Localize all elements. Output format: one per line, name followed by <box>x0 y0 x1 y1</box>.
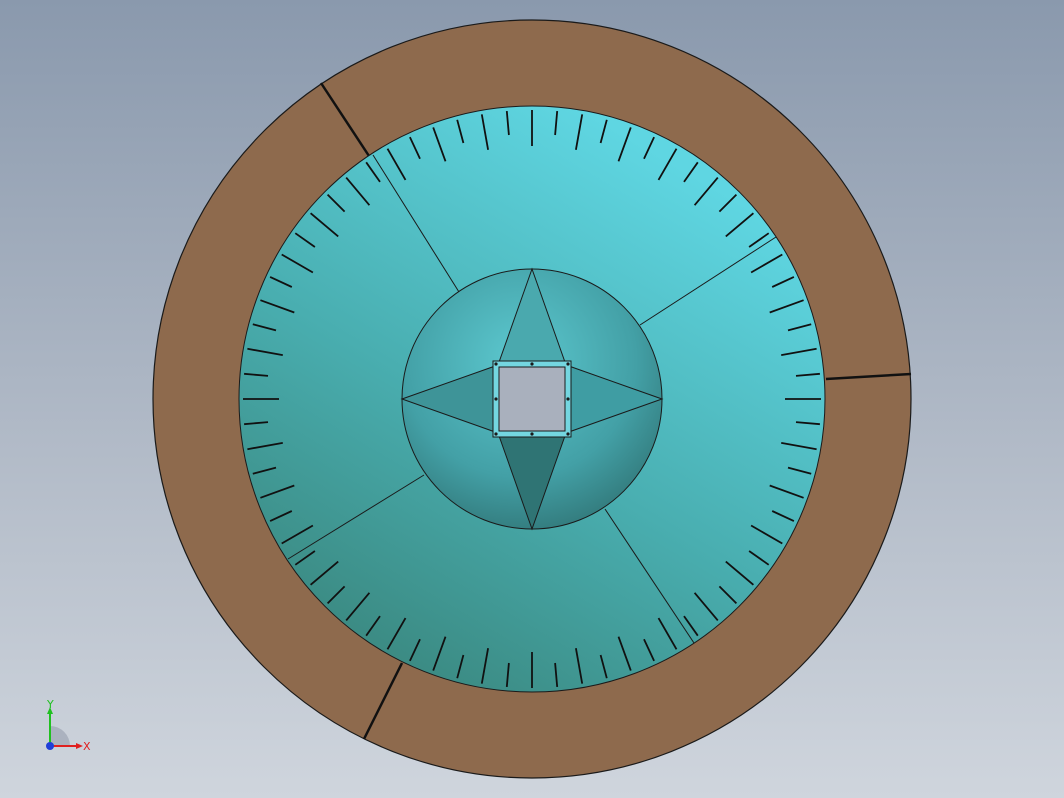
triad-origin-arc <box>50 726 70 746</box>
square-port-opening[interactable] <box>498 366 566 432</box>
model-viewport[interactable]: Y X <box>0 0 1064 798</box>
bolt-hole <box>494 397 498 401</box>
x-arrow-head <box>76 743 83 749</box>
z-axis-dot <box>46 742 54 750</box>
bolt-hole <box>494 362 498 366</box>
bolt-hole <box>566 362 570 366</box>
y-axis-label: Y <box>46 698 54 711</box>
x-axis-label: X <box>83 740 91 753</box>
bolt-hole <box>494 432 498 436</box>
coordinate-triad[interactable]: Y X <box>38 698 98 758</box>
bolt-hole <box>566 432 570 436</box>
bolt-hole <box>530 432 534 436</box>
cad-model-view[interactable] <box>0 0 1064 798</box>
bolt-hole <box>566 397 570 401</box>
bolt-hole <box>530 362 534 366</box>
